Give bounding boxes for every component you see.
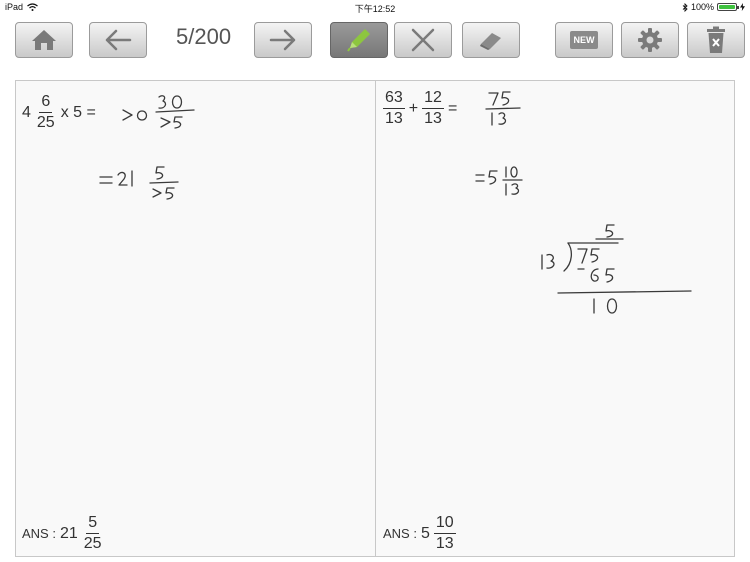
- answer-fraction: 5 25: [82, 515, 104, 552]
- battery-icon: [717, 3, 739, 11]
- pencil-icon: [347, 29, 370, 52]
- fraction-numerator: 6: [39, 94, 53, 113]
- handwriting-work-2: [475, 91, 692, 314]
- problem-1: 4 6 25 x 5 =: [22, 94, 96, 131]
- answer-whole: 5: [420, 524, 430, 542]
- close-icon: [411, 28, 435, 52]
- worksheet: 4 6 25 x 5 = ANS : 21 5 25 63 13 + 12 13…: [15, 80, 735, 557]
- problem-2: 63 13 + 12 13 =: [383, 90, 457, 127]
- new-label: NEW: [573, 35, 595, 45]
- clear-button[interactable]: [394, 22, 452, 58]
- bluetooth-icon: [682, 2, 688, 12]
- settings-button[interactable]: [621, 22, 679, 58]
- next-button[interactable]: [254, 22, 312, 58]
- answer-denominator: 13: [435, 535, 454, 552]
- answer-numerator: 10: [433, 515, 456, 534]
- home-icon: [32, 30, 56, 50]
- problem-2-operator: +: [408, 99, 419, 117]
- fraction-denominator: 13: [424, 110, 442, 127]
- answer-numerator: 5: [86, 515, 100, 534]
- answer-label: ANS :: [22, 526, 56, 541]
- answer-whole: 21: [59, 524, 78, 542]
- status-bar: iPad 下午12:52 100%: [0, 0, 750, 16]
- problem-1-whole: 4: [22, 103, 31, 121]
- problem-2-fraction-a: 63 13: [383, 90, 405, 127]
- answer-denominator: 25: [83, 535, 102, 552]
- new-icon: NEW: [570, 31, 598, 49]
- eraser-icon: [480, 33, 501, 50]
- fraction-denominator: 25: [36, 114, 55, 131]
- trash-icon: [707, 26, 725, 53]
- answer-1: ANS : 21 5 25: [22, 515, 104, 552]
- status-time: 下午12:52: [354, 4, 396, 14]
- delete-button[interactable]: [687, 22, 745, 58]
- answer-fraction: 10 13: [433, 515, 456, 552]
- problem-1-fraction: 6 25: [35, 94, 57, 131]
- fraction-denominator: 13: [385, 110, 403, 127]
- arrow-left-icon: [105, 29, 132, 51]
- handwriting-work-1: [99, 95, 195, 200]
- arrow-right-icon: [269, 29, 296, 51]
- column-divider: [375, 81, 376, 556]
- problem-counter: 5/200: [176, 24, 232, 49]
- eraser-tool-button[interactable]: [462, 22, 520, 58]
- answer-2: ANS : 5 10 13: [383, 515, 456, 552]
- battery-percent: 100%: [690, 2, 714, 12]
- problem-2-equals: =: [447, 99, 458, 117]
- new-problem-button[interactable]: NEW: [555, 22, 613, 58]
- home-button[interactable]: [15, 22, 73, 58]
- pencil-tool-button[interactable]: [330, 22, 388, 58]
- charging-icon: [740, 3, 745, 11]
- previous-button[interactable]: [89, 22, 147, 58]
- fraction-numerator: 12: [422, 90, 444, 109]
- gear-icon: [638, 28, 662, 52]
- problem-1-operation: x 5 =: [60, 103, 96, 121]
- problem-2-fraction-b: 12 13: [422, 90, 444, 127]
- fraction-numerator: 63: [383, 90, 405, 109]
- answer-label: ANS :: [383, 526, 417, 541]
